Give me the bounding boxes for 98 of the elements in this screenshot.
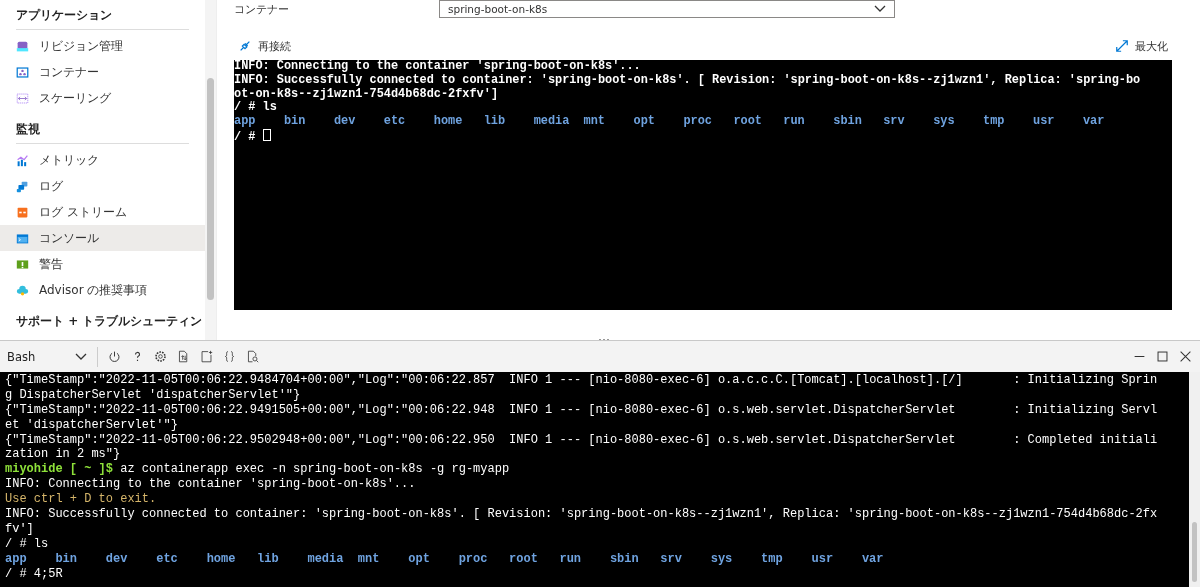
shell-dropdown[interactable]: Bash (7, 349, 87, 364)
terminal-line: INFO: Successfully connected to container: 'spring-boot-on-k8s'. [ Revision: 'spring-boot-on-k8s--zj1wzn1', Replica: 'spring-boot-on-k8s--zj1wzn1-754d4b68dc-2fx (5, 507, 1158, 521)
directory-name: app (5, 551, 28, 567)
directory-name: home (433, 115, 464, 129)
directory-name: srv (660, 551, 683, 567)
braces-icon[interactable] (223, 350, 236, 363)
log-stream-icon (16, 205, 29, 219)
terminal-line: / # (234, 130, 257, 144)
terminal-line: INFO: Successfully connected to container: 'spring-boot-on-k8s'. [ Revision: 'spring-boot-on-k8s--zj1wzn1', Replica: 'spring-bo (234, 72, 1141, 87)
console-terminal[interactable] (234, 60, 1172, 310)
directory-name: sys (933, 115, 956, 129)
plug-icon (238, 39, 252, 53)
directory-name: opt (408, 551, 431, 567)
directory-name: lib (257, 551, 280, 567)
terminal-line: Use ctrl + D to exit. (5, 492, 157, 507)
directory-name: tmp (761, 551, 784, 567)
sidebar-item[interactable]: コンソール (0, 225, 205, 251)
maximize-button[interactable]: 最大化 (1111, 38, 1172, 54)
terminal-line: / # 4;5R (5, 566, 63, 581)
directory-name: mnt (583, 115, 606, 129)
directory-name: etc (156, 551, 179, 567)
sidebar-item[interactable]: ログ (0, 173, 205, 199)
power-icon[interactable] (108, 350, 121, 363)
directory-name: app (234, 115, 257, 129)
cubes-icon (16, 179, 29, 193)
alert-icon (16, 257, 29, 271)
file-transfer-icon[interactable] (177, 350, 190, 363)
settings-icon[interactable] (154, 350, 167, 363)
directory-name: dev (333, 115, 357, 129)
directory-name: usr (811, 551, 835, 567)
web-preview-icon[interactable] (246, 350, 259, 363)
directory-name: root (509, 551, 539, 567)
chevron-down-icon (75, 352, 87, 361)
directory-name: mnt (357, 551, 381, 567)
field-label: コンテナー (234, 1, 290, 17)
terminal-icon (16, 231, 29, 245)
scrollbar[interactable] (1189, 372, 1200, 587)
sidebar-item[interactable]: 警告 (0, 251, 205, 277)
directory-name: run (559, 551, 583, 567)
terminal-line: et 'dispatcherServlet'"} (5, 417, 178, 432)
directory-name: sbin (833, 115, 863, 129)
terminal-line: {"TimeStamp":"2022-11-05T00:06:22.9502948+00:00","Log":"00:06:22.950 INFO 1 --- [nio-8080-exec-6] o.s.web.servlet.DispatcherServlet : Completed initiali (5, 432, 1158, 447)
directory-name: sys (710, 551, 734, 567)
sidebar-item[interactable]: スケーリング (0, 85, 205, 111)
directory-name: var (861, 551, 885, 567)
section-heading: 監視 (15, 121, 41, 138)
terminal-line: g DispatcherServlet 'dispatcherServlet'"} (5, 387, 301, 402)
resize-handle[interactable] (598, 338, 610, 341)
section-heading: アプリケーション (15, 7, 113, 24)
text-cursor (262, 129, 271, 141)
terminal-line: / # ls (5, 536, 49, 551)
directory-name: bin (283, 115, 307, 129)
terminal-line: zation in 2 ms"} (5, 447, 121, 462)
terminal-line: ot-on-k8s--zj1wzn1-754d4b68dc-2fxfv'] (234, 86, 498, 101)
scrollbar[interactable] (205, 0, 216, 340)
sidebar-item[interactable]: ログ ストリーム (0, 199, 205, 225)
directory-name: dev (105, 551, 129, 567)
reconnect-button[interactable]: 再接続 (234, 38, 295, 54)
terminal-line: {"TimeStamp":"2022-11-05T00:06:22.9491505+00:00","Log":"00:06:22.948 INFO 1 --- [nio-8080-exec-6] o.s.web.servlet.DispatcherServlet : Initializing Servl (5, 402, 1158, 417)
container-icon (16, 65, 29, 79)
maximize-icon[interactable] (1156, 350, 1169, 363)
directory-name: lib (483, 115, 507, 129)
directory-name: proc (458, 551, 489, 567)
directory-name: media (307, 551, 345, 567)
directory-name: root (733, 115, 763, 129)
section-heading: サポート + トラブルシューティン (15, 313, 204, 330)
directory-name: etc (383, 115, 407, 129)
directory-name: srv (883, 115, 906, 129)
sidebar-item[interactable]: コンテナー (0, 59, 205, 85)
directory-name: opt (633, 115, 656, 129)
directory-name: proc (683, 115, 713, 129)
stack-icon (16, 39, 29, 53)
directory-name: sbin (609, 551, 640, 567)
sidebar-item[interactable]: Advisor の推奨事項 (0, 277, 205, 303)
terminal-line: / # ls (234, 100, 277, 115)
terminal-line: INFO: Connecting to the container 'spring-boot-on-k8s'... (5, 477, 416, 492)
command-text: az containerapp exec -n spring-boot-on-k8s -g rg-myapp (120, 462, 510, 477)
sidebar-item[interactable]: メトリック (0, 147, 205, 173)
chevron-down-icon (874, 5, 886, 13)
directory-name: home (206, 551, 237, 567)
resize-icon (16, 91, 29, 105)
directory-name: run (783, 115, 806, 129)
directory-name: tmp (983, 115, 1006, 129)
new-file-icon[interactable] (200, 350, 213, 363)
directory-name: bin (55, 551, 78, 567)
sidebar-item[interactable]: リビジョン管理 (0, 33, 205, 59)
expand-icon (1115, 39, 1129, 53)
directory-name: usr (1033, 115, 1056, 129)
terminal-line: INFO: Connecting to the container 'spring-boot-on-k8s'... (234, 60, 641, 73)
directory-name: media (533, 115, 571, 129)
terminal-line: {"TimeStamp":"2022-11-05T00:06:22.9484704+00:00","Log":"00:06:22.857 INFO 1 --- [nio-8080-exec-6] o.a.c.c.C.[Tomcat].[localhost].[/] : Initializing Sprin (5, 373, 1158, 387)
prompt: miyohide [ ~ ]$ (5, 462, 114, 477)
terminal-line: fv'] (5, 521, 34, 536)
close-icon[interactable] (1179, 350, 1192, 363)
container-dropdown[interactable]: spring-boot-on-k8s (439, 0, 895, 18)
bar-chart-icon (16, 153, 29, 167)
cloud-icon (16, 283, 29, 297)
directory-name: var (1082, 115, 1106, 129)
